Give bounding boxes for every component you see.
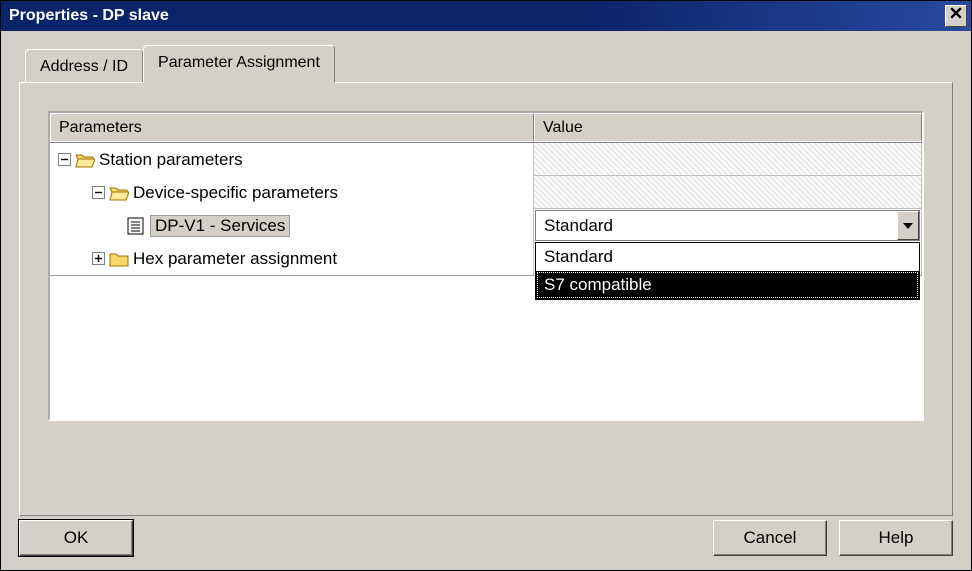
collapse-icon[interactable] — [92, 186, 105, 199]
collapse-icon[interactable] — [58, 153, 71, 166]
value-disabled — [534, 176, 921, 209]
tab-parameter-assignment[interactable]: Parameter Assignment — [143, 45, 335, 83]
value-dropdown[interactable]: Standard — [535, 210, 920, 241]
tab-label: Address / ID — [40, 58, 128, 75]
parameter-grid: Parameters Value — [48, 111, 924, 421]
dialog-button-row: OK Cancel Help — [19, 516, 953, 556]
tree-label-selected: DP-V1 - Services — [150, 215, 290, 237]
dropdown-selected-text: Standard — [544, 216, 613, 236]
tree-row-station-parameters[interactable]: Station parameters — [50, 143, 922, 176]
client-area: Address / ID Parameter Assignment Parame… — [1, 31, 971, 570]
grid-header-row: Parameters Value — [50, 113, 922, 143]
tree-row-dpv1-services[interactable]: DP-V1 - Services Standard Sta — [50, 209, 922, 242]
tree-label: Device-specific parameters — [133, 183, 338, 203]
tab-label: Parameter Assignment — [158, 54, 320, 71]
tree-label: Hex parameter assignment — [133, 249, 337, 269]
dropdown-option-standard[interactable]: Standard — [536, 243, 919, 271]
column-header-parameters[interactable]: Parameters — [50, 113, 534, 142]
folder-open-icon — [109, 184, 129, 202]
list-icon — [126, 217, 146, 235]
properties-dialog: Properties - DP slave Address / ID Param… — [0, 0, 972, 571]
dropdown-option-s7compatible[interactable]: S7 compatible — [536, 271, 919, 299]
tree-row-device-specific[interactable]: Device-specific parameters — [50, 176, 922, 209]
grid-body: Station parameters — [50, 143, 922, 419]
close-button[interactable] — [945, 5, 967, 27]
tree-label: Station parameters — [99, 150, 243, 170]
folder-closed-icon — [109, 250, 129, 268]
titlebar: Properties - DP slave — [1, 1, 971, 31]
folder-open-icon — [75, 151, 95, 169]
window-title: Properties - DP slave — [9, 7, 169, 25]
expand-icon[interactable] — [92, 252, 105, 265]
tab-strip: Address / ID Parameter Assignment — [25, 45, 953, 82]
tab-panel: Parameters Value — [19, 82, 953, 516]
chevron-down-icon[interactable] — [897, 211, 919, 240]
cancel-button[interactable]: Cancel — [713, 520, 827, 556]
value-disabled — [534, 143, 921, 176]
help-button[interactable]: Help — [839, 520, 953, 556]
tab-address-id[interactable]: Address / ID — [25, 49, 143, 82]
dropdown-list: Standard S7 compatible — [535, 242, 920, 300]
column-header-value[interactable]: Value — [534, 113, 922, 142]
ok-button[interactable]: OK — [19, 520, 133, 556]
